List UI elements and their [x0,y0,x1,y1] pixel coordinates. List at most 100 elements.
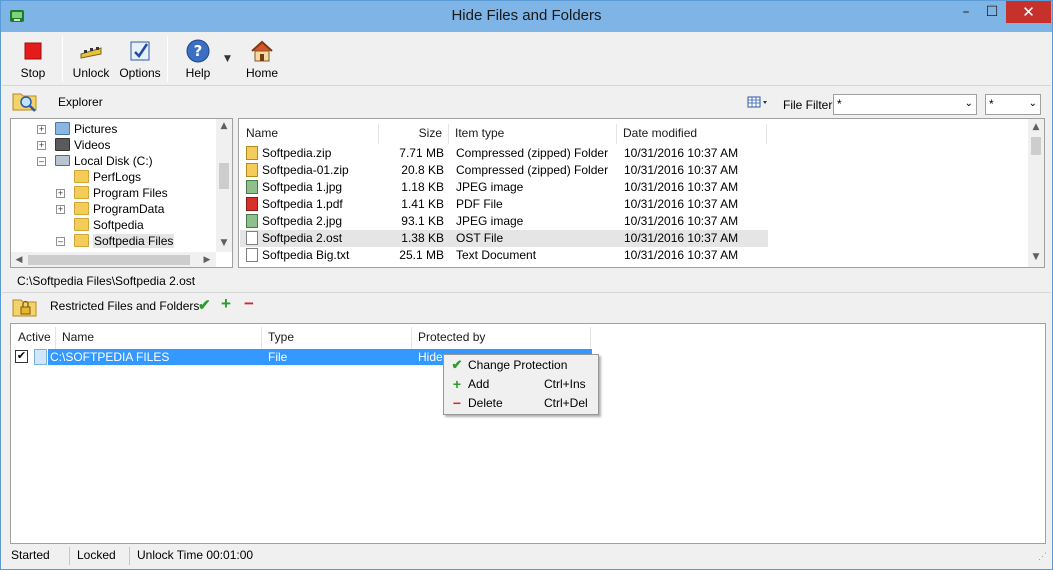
menu-item-shortcut: Ctrl+Del [544,396,588,410]
scroll-up-icon[interactable]: ▲ [1028,122,1044,132]
column-header-name[interactable]: Name [240,124,379,144]
image-icon [246,180,258,194]
status-bar: Started Locked Unlock Time 00:01:00 ⋰ [2,545,1051,567]
file-list[interactable]: Name Size Item type Date modified Softpe… [238,118,1045,268]
file-modified: 10/31/2016 10:37 AM [624,197,739,211]
text-icon [246,248,258,262]
chevron-down-icon: ⌄ [964,98,973,109]
collapse-icon[interactable]: – [56,237,65,246]
explorer-title: Explorer [58,95,103,109]
tree-item-label: Program Files [93,186,168,200]
column-header-type[interactable]: Item type [449,124,617,144]
menu-item-delete[interactable]: − Delete Ctrl+Del [446,394,596,413]
file-type: OST File [456,231,504,245]
minimize-button[interactable]: – [953,1,979,23]
context-menu: ✔ Change Protection + Add Ctrl+Ins − Del… [443,354,599,415]
scroll-right-icon[interactable]: ▶ [199,255,215,265]
expand-icon[interactable]: + [56,205,65,214]
stop-button[interactable]: Stop [8,36,58,84]
file-modified: 10/31/2016 10:37 AM [624,248,739,262]
file-size: 93.1 KB [401,214,444,228]
menu-item-add[interactable]: + Add Ctrl+Ins [446,375,596,394]
file-size: 7.71 MB [399,146,444,160]
help-dropdown-icon[interactable]: ▼ [224,54,231,64]
column-header-protected-by[interactable]: Protected by [412,327,591,349]
tree-horizontal-scrollbar[interactable]: ◀ ▶ [11,252,216,267]
close-button[interactable]: ✕ [1006,1,1051,23]
toolbar-separator [62,36,63,82]
file-name: Softpedia 1.jpg [262,180,343,194]
collapse-icon[interactable]: – [37,157,46,166]
scroll-down-icon[interactable]: ▼ [216,238,232,248]
file-name: Softpedia 2.ost [262,231,343,245]
help-button[interactable]: ? Help [174,36,222,84]
active-checkbox[interactable]: ✔ [15,350,28,363]
plus-icon[interactable]: + [221,294,231,314]
home-button[interactable]: Home [240,36,284,84]
tree-vertical-scrollbar[interactable]: ▲ ▼ [216,119,232,252]
resize-grip-icon[interactable]: ⋰ [1038,551,1047,562]
expand-icon[interactable]: + [56,189,65,198]
file-filter-value-2: * [989,97,994,111]
zip-icon [246,146,258,160]
folder-icon [74,234,89,247]
main-window: Hide Files and Folders – ☐ ✕ Stop Unlock [0,0,1053,570]
scroll-left-icon[interactable]: ◀ [11,255,27,265]
file-filter-combo[interactable]: * ⌄ [833,94,977,115]
file-row[interactable]: Softpedia-01.zip 20.8 KB Compressed (zip… [240,162,768,179]
plus-icon: + [452,376,462,392]
scroll-up-icon[interactable]: ▲ [216,121,232,131]
scroll-thumb[interactable] [219,163,229,189]
column-header-modified[interactable]: Date modified [617,124,767,144]
pdf-icon [246,197,258,211]
expand-icon[interactable]: + [37,141,46,150]
menu-item-label: Change Protection [468,358,568,372]
folder-tree[interactable]: + Pictures + Videos – Local Disk (C:) Pe… [10,118,233,268]
column-header-type[interactable]: Type [262,327,412,349]
check-icon[interactable]: ✔ [198,296,211,314]
scroll-thumb[interactable] [28,255,190,265]
file-icon [34,349,47,365]
column-header-active[interactable]: Active [12,327,56,349]
tree-item-label: Softpedia [93,218,144,232]
restricted-protected-by: Hide [418,350,443,364]
maximize-button[interactable]: ☐ [979,1,1005,23]
help-label: Help [185,66,211,80]
file-filter-value: * [837,97,842,111]
file-row-selected[interactable]: Softpedia 2.ost 1.38 KB OST File 10/31/2… [240,230,768,247]
scroll-down-icon[interactable]: ▼ [1028,252,1044,262]
restricted-title: Restricted Files and Folders [50,299,200,313]
file-modified: 10/31/2016 10:37 AM [624,231,739,245]
file-modified: 10/31/2016 10:37 AM [624,214,739,228]
menu-item-change-protection[interactable]: ✔ Change Protection [446,356,596,375]
menu-item-label: Delete [468,396,503,410]
file-name: Softpedia 2.jpg [262,214,343,228]
folder-icon [74,170,89,183]
column-header-name[interactable]: Name [56,327,262,349]
file-row[interactable]: Softpedia.zip 7.71 MB Compressed (zipped… [240,145,768,162]
file-row[interactable]: Softpedia 1.jpg 1.18 KB JPEG image 10/31… [240,179,768,196]
unlock-label: Unlock [72,66,110,80]
help-icon: ? [186,39,210,63]
file-row[interactable]: Softpedia Big.txt 25.1 MB Text Document … [240,247,768,264]
minus-icon[interactable]: − [244,294,254,314]
file-row[interactable]: Softpedia 1.pdf 1.41 KB PDF File 10/31/2… [240,196,768,213]
column-header-size[interactable]: Size [379,124,449,144]
unlock-button[interactable]: Unlock [68,36,114,84]
file-row[interactable]: Softpedia 2.jpg 93.1 KB JPEG image 10/31… [240,213,768,230]
scroll-thumb[interactable] [1031,137,1041,155]
file-type: PDF File [456,197,503,211]
view-mode-icon[interactable] [747,96,771,108]
svg-text:?: ? [194,42,203,60]
list-vertical-scrollbar[interactable]: ▲ ▼ [1028,119,1044,267]
file-name: Softpedia-01.zip [262,163,349,177]
drive-icon [55,155,70,166]
stop-icon [24,42,42,60]
file-filter-combo-2[interactable]: * ⌄ [985,94,1041,115]
window-title: Hide Files and Folders [451,7,602,24]
restricted-name: C:\SOFTPEDIA FILES [50,350,170,364]
home-label: Home [245,66,278,80]
expand-icon[interactable]: + [37,125,46,134]
folder-icon [74,186,89,199]
options-button[interactable]: Options [116,36,164,84]
